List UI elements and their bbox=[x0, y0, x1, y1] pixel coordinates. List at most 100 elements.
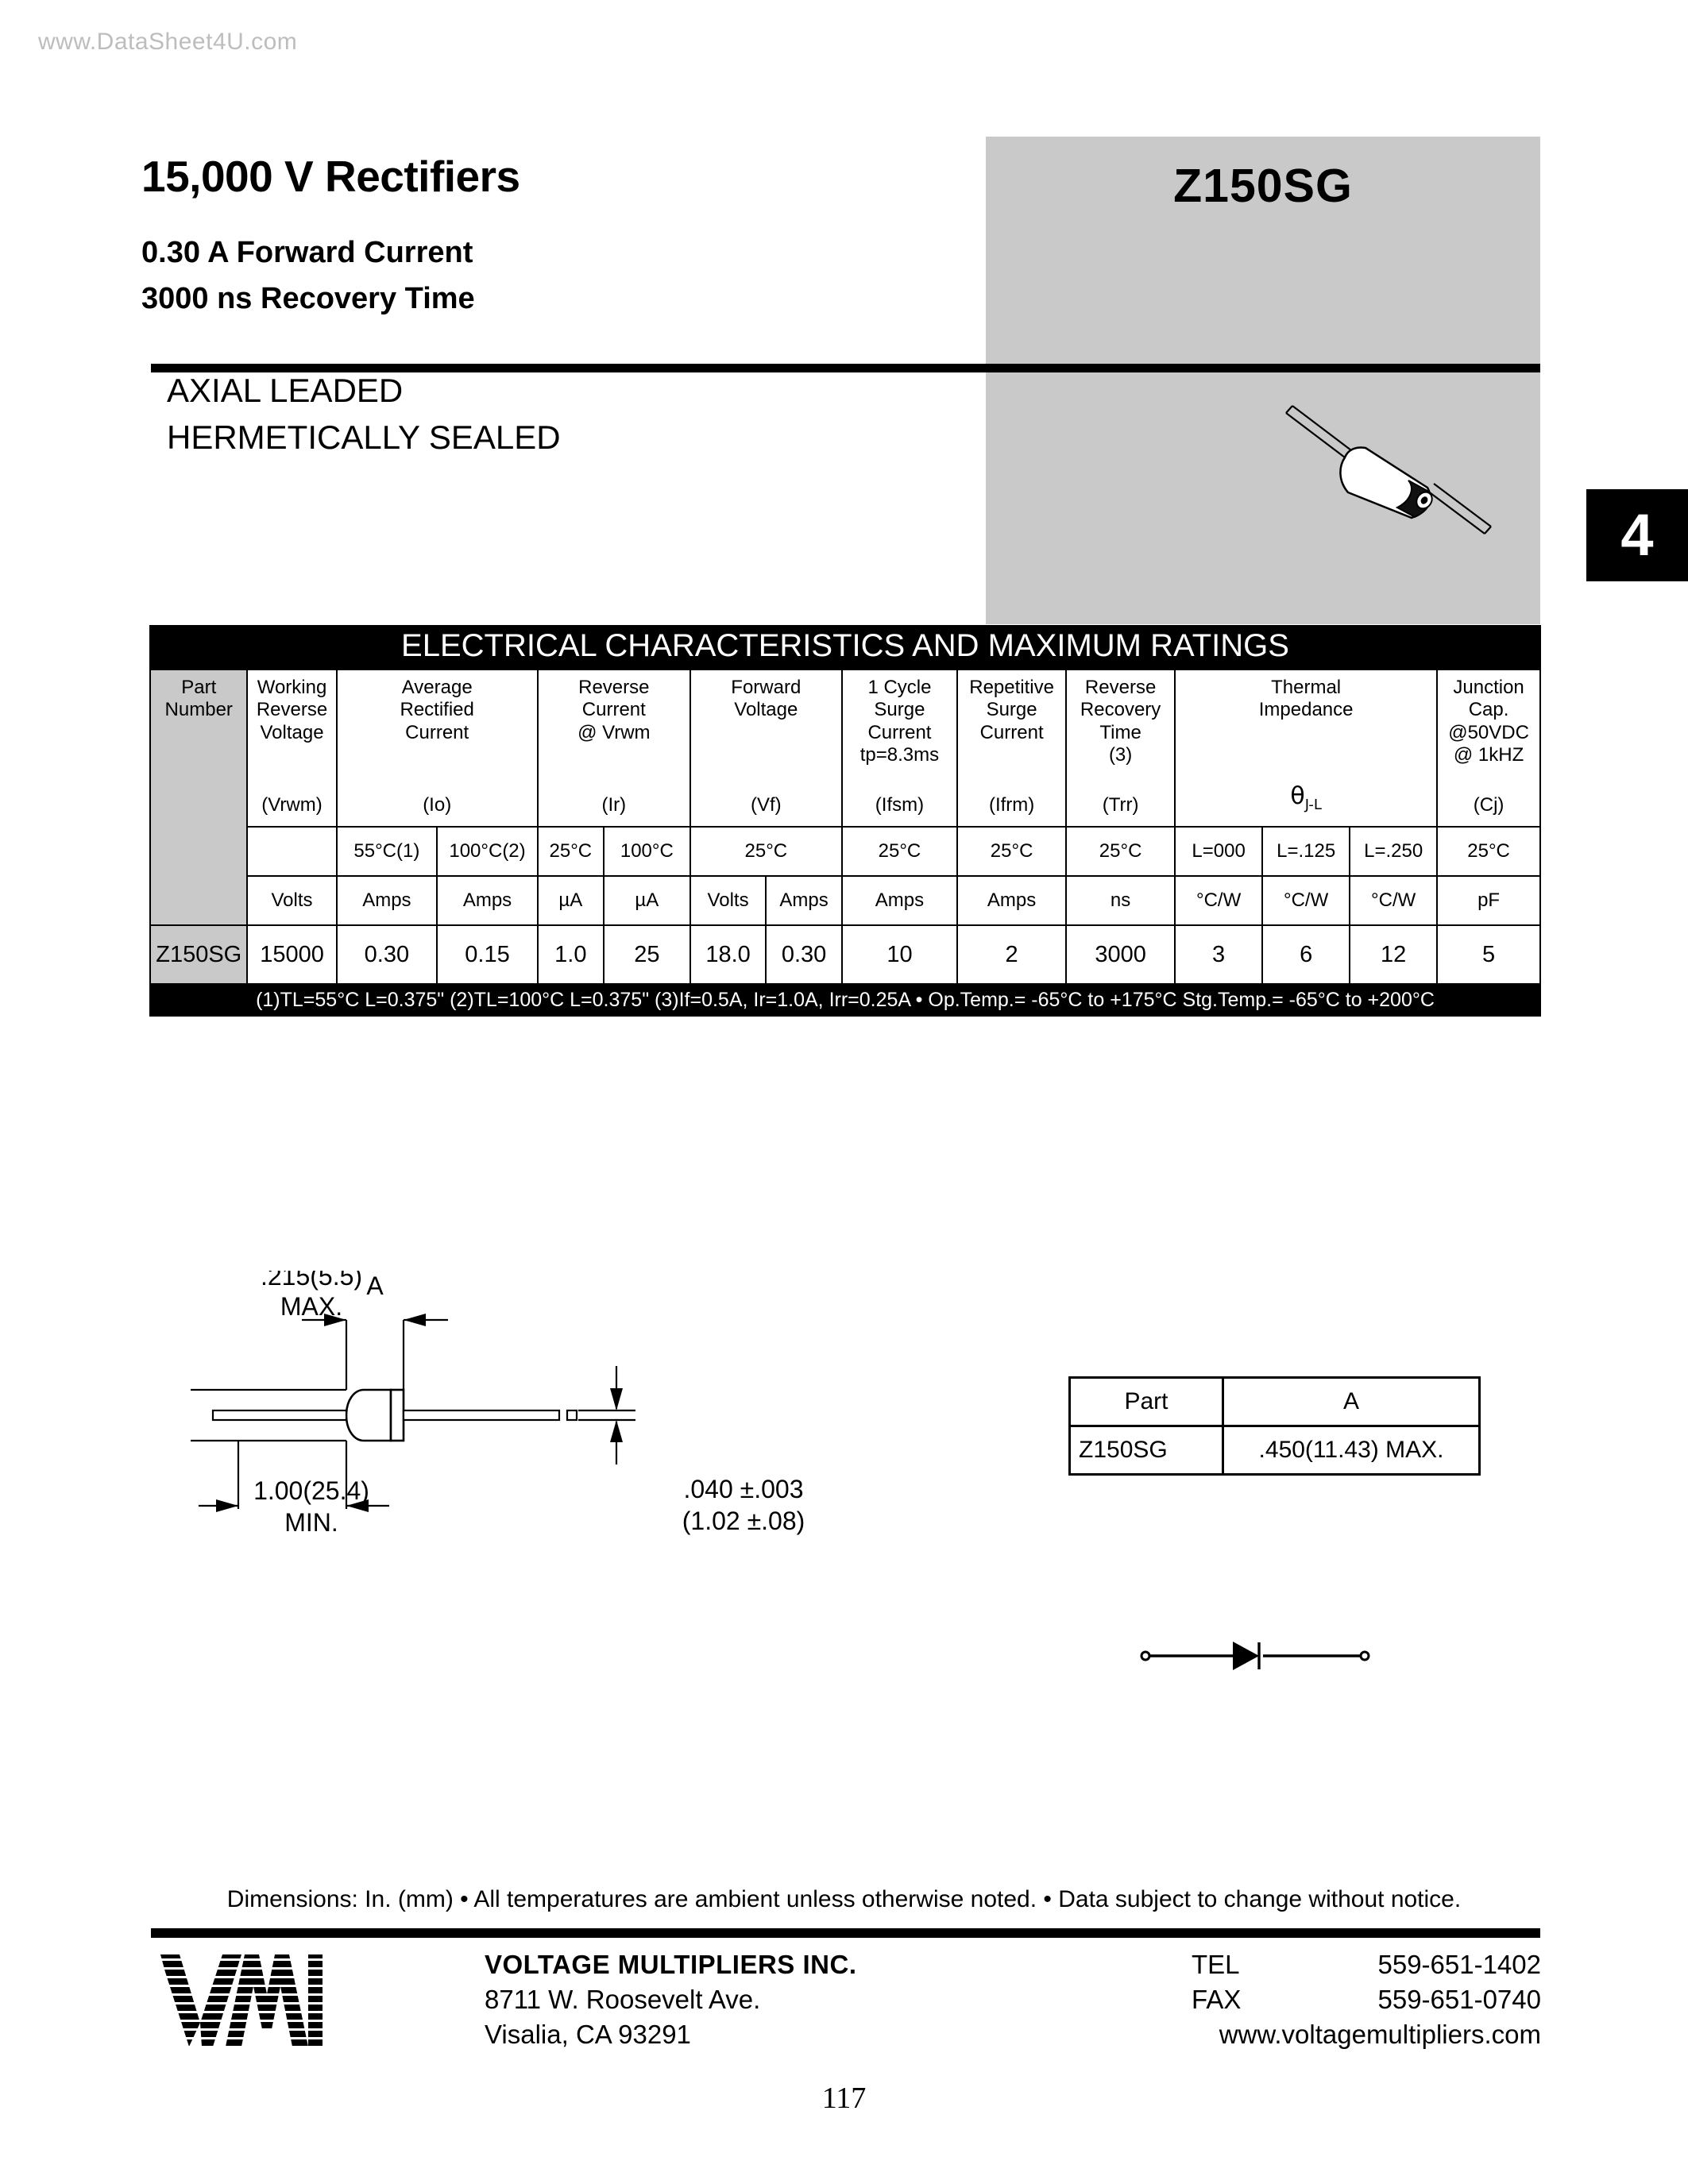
header-average-rectified-current: Average Rectified Current (Io) bbox=[335, 669, 539, 828]
unit-cell: µA bbox=[602, 875, 691, 926]
value-cell: 5 bbox=[1436, 924, 1541, 985]
fax-value: 559-651-0740 bbox=[1377, 1984, 1541, 2014]
company-info: VOLTAGE MULTIPLIERS INC. 8711 W. Rooseve… bbox=[485, 1947, 857, 2052]
spec-table-banner: ELECTRICAL CHARACTERISTICS AND MAXIMUM R… bbox=[149, 625, 1541, 669]
header-reverse-recovery-time: Reverse Recovery Time (3) (Trr) bbox=[1065, 669, 1176, 828]
subtitle-forward-current: 0.30 A Forward Current bbox=[141, 236, 473, 269]
unit-cell: ns bbox=[1065, 875, 1176, 926]
table-row: Z150SG .450(11.43) MAX. bbox=[1068, 1425, 1481, 1476]
unit-cell: °C/W bbox=[1349, 875, 1439, 926]
temp-cell: L=.125 bbox=[1261, 826, 1351, 877]
company-address-line1: 8711 W. Roosevelt Ave. bbox=[485, 1984, 761, 2014]
footer-divider bbox=[151, 1928, 1540, 1938]
contact-row-tel: TEL 559-651-1402 bbox=[1192, 1947, 1541, 1982]
temp-cell: L=000 bbox=[1174, 826, 1264, 877]
fax-label: FAX bbox=[1192, 1984, 1242, 2014]
temp-cell: 55°C(1) bbox=[335, 826, 438, 877]
subtitle-recovery-time: 3000 ns Recovery Time bbox=[141, 282, 475, 315]
dim-height-line2: MAX. bbox=[280, 1292, 342, 1321]
dim-body-label: A bbox=[366, 1271, 384, 1300]
hdr-line: Thermal bbox=[1271, 677, 1342, 698]
unit-cell: µA bbox=[536, 875, 605, 926]
hdr-line: Average bbox=[401, 677, 473, 698]
temp-cell: 25°C bbox=[840, 826, 959, 877]
diode-package-photo bbox=[1285, 405, 1492, 534]
value-cell: 25 bbox=[602, 924, 691, 985]
footer-disclaimer: Dimensions: In. (mm) • All temperatures … bbox=[226, 1886, 1462, 1912]
spec-table: Part Number Working Reverse Voltage (Vrw… bbox=[149, 669, 1541, 985]
temp-cell: 25°C bbox=[536, 826, 605, 877]
temp-cell: 25°C bbox=[1065, 826, 1176, 877]
dimension-table: Part A Z150SG .450(11.43) MAX. bbox=[1068, 1376, 1481, 1476]
hdr-symbol: (Ir) bbox=[601, 793, 627, 816]
theta-subscript: J-L bbox=[1304, 796, 1322, 813]
dim-wire-line1: .040 ±.003 bbox=[683, 1475, 803, 1503]
hdr-line: Repetitive bbox=[969, 677, 1054, 698]
unit-cell: Amps bbox=[765, 875, 843, 926]
hdr-symbol: (Trr) bbox=[1102, 793, 1139, 816]
dim-table: Part A Z150SG .450(11.43) MAX. bbox=[1068, 1376, 1481, 1476]
part-number-heading: Z150SG bbox=[1173, 160, 1353, 212]
tel-label: TEL bbox=[1192, 1950, 1240, 1979]
value-cell: 10 bbox=[840, 924, 959, 985]
hdr-line: Current bbox=[867, 721, 932, 743]
value-cell: 0.15 bbox=[436, 924, 539, 985]
temp-cell: 100°C bbox=[602, 826, 691, 877]
hdr-line: Surge bbox=[986, 699, 1037, 721]
header-reverse-current: Reverse Current @ Vrwm (Ir) bbox=[536, 669, 691, 828]
vmi-logo bbox=[160, 1954, 323, 2047]
hdr-line: Current bbox=[581, 699, 646, 721]
hdr-line: Rectified bbox=[400, 699, 474, 721]
header-thermal-impedance: Thermal Impedance θJ-L bbox=[1174, 669, 1439, 828]
hdr-line: Forward bbox=[731, 677, 802, 698]
package-dimension-drawing: .215(5.5) MAX. A 1.00(25.4) MIN. .040 ±.… bbox=[191, 1271, 805, 1537]
unit-cell: Volts bbox=[689, 875, 767, 926]
hdr-line: Reverse bbox=[256, 699, 328, 721]
unit-cell: Amps bbox=[436, 875, 539, 926]
table-row: Z150SG 15000 0.30 0.15 1.0 25 18.0 0.30 … bbox=[149, 924, 1541, 985]
spec-table-footnote: (1)TL=55°C L=0.375" (2)TL=100°C L=0.375"… bbox=[149, 985, 1541, 1017]
hdr-symbol: (Cj) bbox=[1473, 793, 1505, 816]
hdr-symbol: (Ifrm) bbox=[988, 793, 1035, 816]
temp-cell-blank bbox=[246, 826, 338, 877]
value-cell: 15000 bbox=[246, 924, 338, 985]
dim-wire-line2: (1.02 ±.08) bbox=[682, 1507, 805, 1535]
hdr-line: Time bbox=[1099, 721, 1141, 743]
feature-hermetically-sealed: HERMETICALLY SEALED bbox=[167, 419, 561, 456]
contact-info: TEL 559-651-1402 FAX 559-651-0740 www.vo… bbox=[1192, 1947, 1541, 2052]
value-cell: 0.30 bbox=[335, 924, 438, 985]
hdr-line: @50VDC bbox=[1448, 721, 1529, 743]
hdr-line: Impedance bbox=[1258, 699, 1354, 721]
dim-value-part: Z150SG bbox=[1068, 1425, 1224, 1476]
header-part-number-l1: Part bbox=[181, 677, 217, 698]
value-cell: 18.0 bbox=[689, 924, 767, 985]
unit-cell: pF bbox=[1436, 875, 1541, 926]
hdr-symbol: (Vrwm) bbox=[261, 793, 323, 816]
value-cell: 6 bbox=[1261, 924, 1351, 985]
page-title: 15,000 V Rectifiers bbox=[141, 152, 520, 201]
hdr-line: Recovery bbox=[1080, 699, 1161, 721]
value-cell: 1.0 bbox=[536, 924, 605, 985]
section-tab-marker: 4 bbox=[1586, 489, 1688, 581]
header-repetitive-surge-current: Repetitive Surge Current (Ifrm) bbox=[956, 669, 1068, 828]
hdr-line: tp=8.3ms bbox=[859, 743, 940, 766]
hdr-line: Voltage bbox=[260, 721, 324, 743]
hdr-line: Surge bbox=[874, 699, 925, 721]
temp-cell: 25°C bbox=[1436, 826, 1541, 877]
contact-row-fax: FAX 559-651-0740 bbox=[1192, 1982, 1541, 2017]
value-cell: 3 bbox=[1174, 924, 1264, 985]
diode-schematic-symbol bbox=[1140, 1642, 1370, 1670]
unit-cell: °C/W bbox=[1261, 875, 1351, 926]
spec-units-row: Volts Amps Amps µA µA Volts Amps Amps Am… bbox=[150, 875, 1541, 926]
hdr-line: 1 Cycle bbox=[867, 677, 932, 698]
company-website[interactable]: www.voltagemultipliers.com bbox=[1192, 2017, 1541, 2052]
header-one-cycle-surge-current: 1 Cycle Surge Current tp=8.3ms (Ifsm) bbox=[840, 669, 959, 828]
dim-header-row: Part A bbox=[1068, 1376, 1481, 1427]
temp-cell: 100°C(2) bbox=[436, 826, 539, 877]
hdr-line: Reverse bbox=[578, 677, 650, 698]
value-cell: 0.30 bbox=[765, 924, 843, 985]
feature-axial-leaded: AXIAL LEADED bbox=[167, 372, 404, 409]
hdr-symbol: (Io) bbox=[423, 793, 452, 816]
hdr-line: Current bbox=[979, 721, 1044, 743]
hdr-line: (3) bbox=[1108, 743, 1133, 766]
